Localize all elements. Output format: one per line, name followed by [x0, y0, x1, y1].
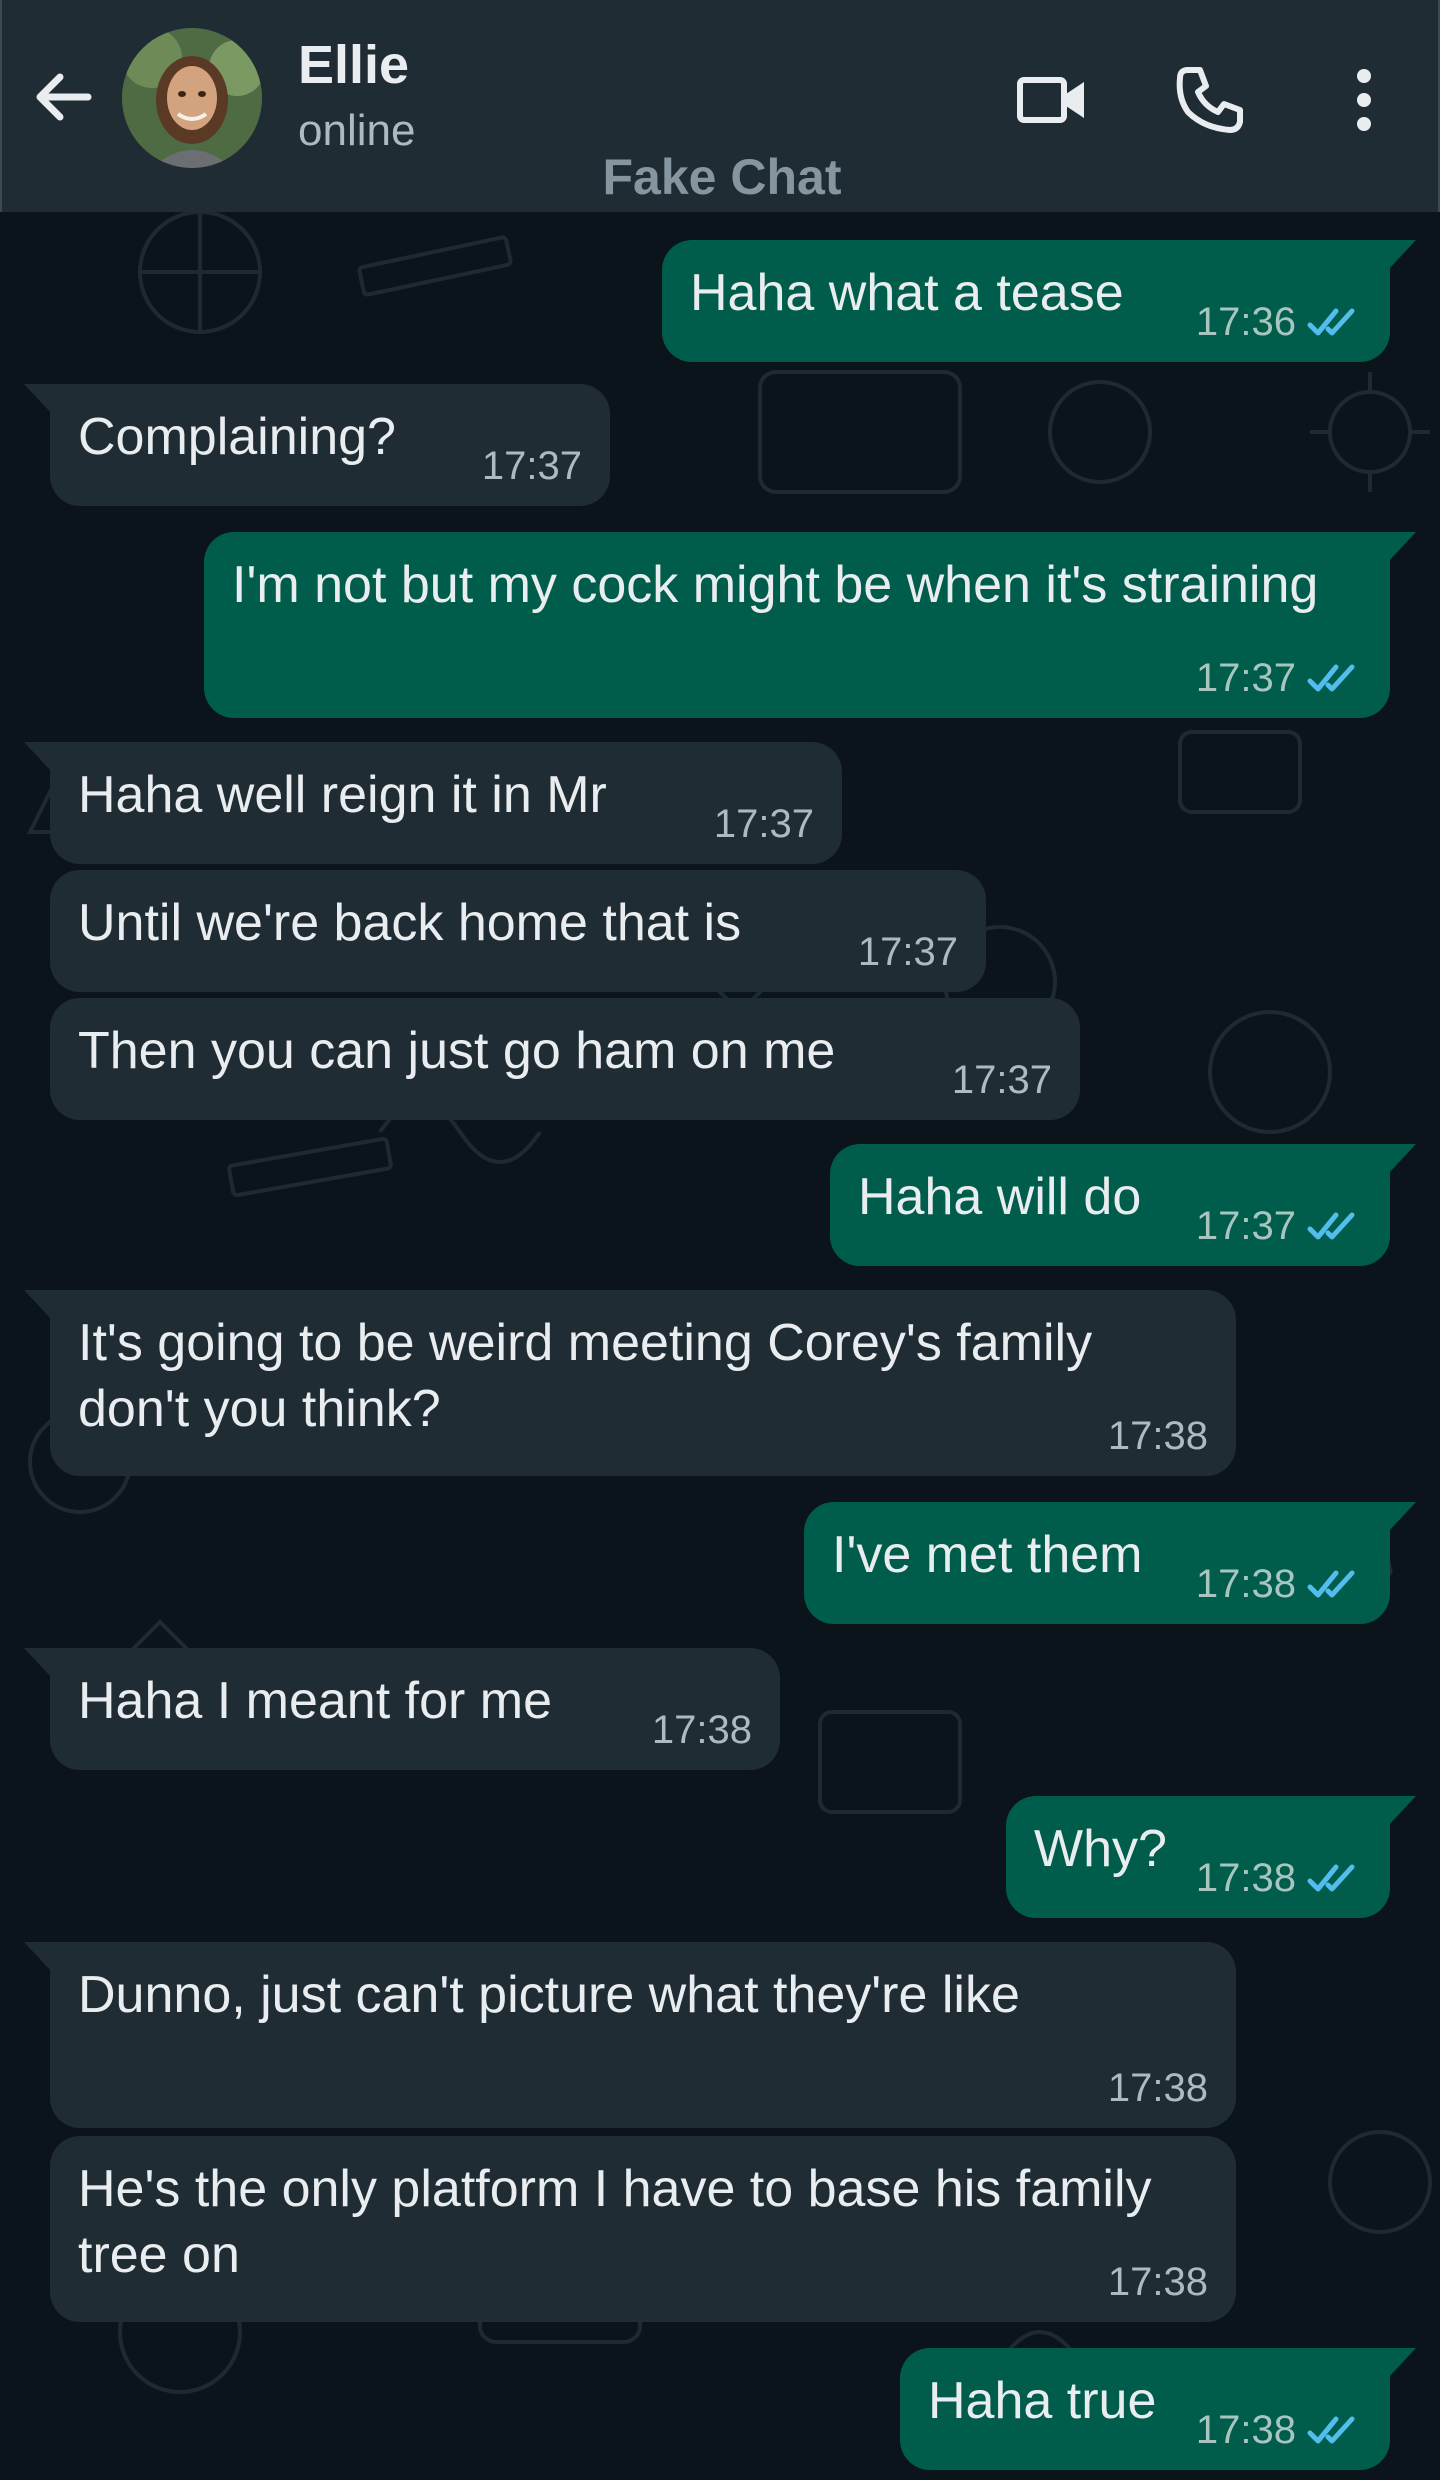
read-receipt-icon: [1307, 308, 1355, 336]
message-text: Haha well reign it in Mr: [78, 766, 607, 824]
message-time: 17:38: [1195, 1856, 1296, 1900]
avatar[interactable]: [122, 28, 262, 168]
message-bubble-incoming[interactable]: Complaining? 17:37: [24, 384, 610, 506]
message-time: 17:37: [857, 930, 958, 974]
message-text: Haha true: [928, 2372, 1157, 2430]
message-time: 17:36: [1195, 300, 1296, 344]
voice-call-icon[interactable]: [1170, 60, 1250, 140]
message-bubble-outgoing[interactable]: Why? 17:38: [1006, 1796, 1416, 1918]
message-text: Dunno, just can't picture what they're l…: [78, 1966, 1020, 2024]
message-time: 17:38: [1195, 1562, 1296, 1606]
message-text: Complaining?: [78, 408, 396, 466]
read-receipt-icon: [1307, 1212, 1355, 1240]
more-options-icon[interactable]: [1324, 60, 1404, 140]
message-bubble-outgoing[interactable]: Haha will do 17:37: [830, 1144, 1416, 1266]
message-time: 17:38: [1195, 2408, 1296, 2452]
message-bubble-incoming[interactable]: Then you can just go ham on me 17:37: [50, 998, 1080, 1120]
read-receipt-icon: [1307, 664, 1355, 692]
chat-header: Ellie online Fake Chat: [0, 0, 1440, 212]
message-time: 17:38: [1107, 2066, 1208, 2110]
message-bubble-incoming[interactable]: It's going to be weird meeting Corey's f…: [24, 1290, 1236, 1476]
message-bubble-incoming[interactable]: Dunno, just can't picture what they're l…: [24, 1942, 1236, 2128]
message-text: He's the only platform I have to base hi…: [78, 2160, 1166, 2284]
message-time: 17:37: [1195, 656, 1296, 700]
message-bubble-incoming[interactable]: He's the only platform I have to base hi…: [50, 2136, 1236, 2322]
message-bubble-outgoing[interactable]: Haha what a tease 17:36: [662, 240, 1416, 362]
read-receipt-icon: [1307, 1864, 1355, 1892]
chat-area[interactable]: Haha what a tease 17:36 Complaining? 17:…: [0, 212, 1440, 2480]
message-bubble-incoming[interactable]: Until we're back home that is 17:37: [50, 870, 986, 992]
message-time: 17:37: [1195, 1204, 1296, 1248]
message-bubble-outgoing[interactable]: I've met them 17:38: [804, 1502, 1416, 1624]
message-text: I'm not but my cock might be when it's s…: [232, 556, 1319, 614]
message-time: 17:38: [651, 1708, 752, 1752]
message-time: 17:38: [1107, 1414, 1208, 1458]
back-arrow-icon[interactable]: [28, 62, 98, 132]
video-call-icon[interactable]: [1012, 60, 1092, 140]
read-receipt-icon: [1307, 2416, 1355, 2444]
message-time: 17:37: [713, 802, 814, 846]
message-bubble-incoming[interactable]: Haha well reign it in Mr 17:37: [24, 742, 842, 864]
message-time: 17:38: [1107, 2260, 1208, 2304]
message-time: 17:37: [481, 444, 582, 488]
message-bubble-incoming[interactable]: Haha I meant for me 17:38: [24, 1648, 780, 1770]
message-text: I've met them: [832, 1526, 1143, 1584]
watermark-label: Fake Chat: [602, 149, 842, 205]
message-text: It's going to be weird meeting Corey's f…: [78, 1314, 1107, 1438]
message-text: Haha will do: [858, 1168, 1142, 1226]
message-text: Haha what a tease: [690, 264, 1124, 322]
message-text: Then you can just go ham on me: [78, 1022, 836, 1080]
read-receipt-icon: [1307, 1570, 1355, 1598]
avatar-photo: [122, 28, 262, 168]
message-bubble-outgoing[interactable]: Haha true 17:38: [900, 2348, 1416, 2470]
message-time: 17:37: [951, 1058, 1052, 1102]
contact-name[interactable]: Ellie: [298, 34, 409, 96]
message-bubble-outgoing[interactable]: I'm not but my cock might be when it's s…: [204, 532, 1416, 718]
message-text: Until we're back home that is: [78, 894, 742, 952]
message-text: Haha I meant for me: [78, 1672, 552, 1730]
message-text: Why?: [1034, 1820, 1167, 1878]
